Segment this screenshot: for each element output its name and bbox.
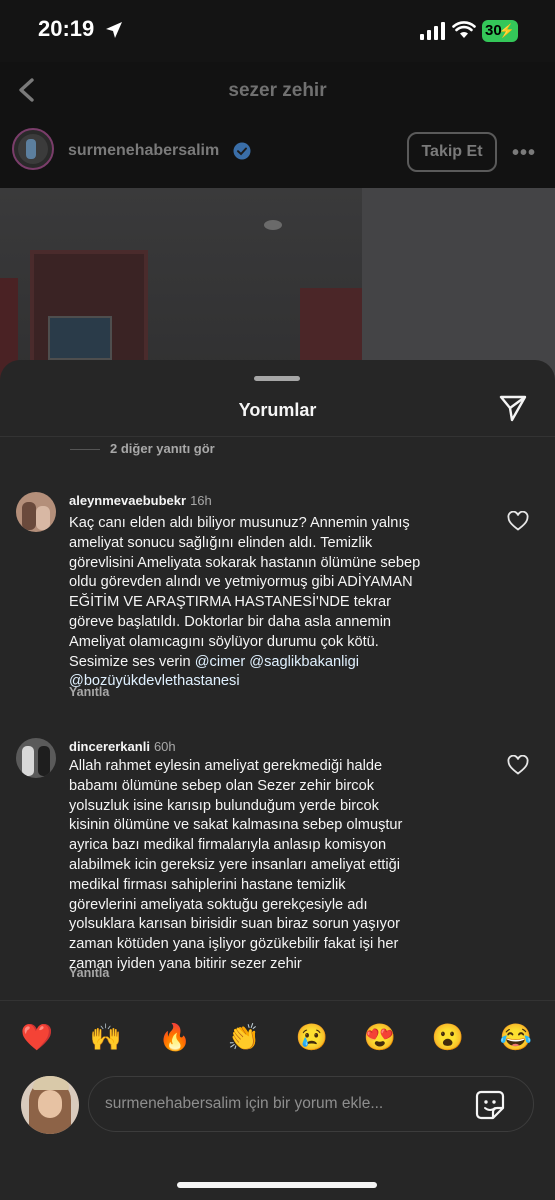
sheet-title: Yorumlar [238, 400, 317, 420]
page-header: sezer zehir [0, 62, 555, 120]
fire-emoji-button[interactable]: 🔥 [158, 1020, 192, 1054]
comment-text: Allah rahmet eylesin ameliyat gerekmediğ… [69, 758, 403, 972]
heart-emoji-button[interactable]: ❤️ [20, 1020, 54, 1054]
comment-header: dincererkanli 60h [69, 739, 176, 754]
commenter-username[interactable]: dincererkanli [69, 739, 150, 754]
raised-hands-emoji-button[interactable]: 🙌 [89, 1020, 123, 1054]
post-author-username[interactable]: surmenehabersalim [68, 142, 219, 160]
commenter-avatar[interactable] [16, 738, 56, 778]
divider [0, 1000, 555, 1001]
status-time: 20:19 [38, 16, 95, 41]
commenter-username[interactable]: aleynmevaebubekr [69, 493, 186, 508]
heart-eyes-emoji-button[interactable]: 😍 [363, 1020, 397, 1054]
commenter-avatar[interactable] [16, 492, 56, 532]
comment-input[interactable]: surmenehabersalim için bir yorum ekle... [88, 1076, 534, 1132]
wifi-icon [452, 21, 476, 38]
crying-emoji-button[interactable]: 😢 [295, 1020, 329, 1054]
divider [0, 436, 555, 437]
like-heart-icon[interactable] [507, 511, 529, 531]
post-header: surmenehabersalim Takip Et ••• [0, 120, 555, 188]
comment-time: 16h [190, 493, 212, 508]
post-video[interactable] [0, 188, 555, 388]
home-indicator[interactable] [177, 1182, 377, 1188]
charging-bolt-icon: ⚡ [498, 23, 515, 38]
share-send-icon[interactable] [498, 394, 528, 422]
mention-link[interactable]: @saglikbakanligi [249, 654, 359, 670]
quick-emoji-bar: ❤️ 🙌 🔥 👏 😢 😍 😮 😂 [0, 1012, 555, 1056]
view-more-replies[interactable]: 2 diğer yanıtı gör [70, 440, 370, 460]
follow-button[interactable]: Takip Et [407, 132, 497, 172]
post-author-avatar[interactable] [12, 128, 54, 170]
comment-time: 60h [153, 739, 176, 754]
comment-input-placeholder: surmenehabersalim için bir yorum ekle... [105, 1095, 384, 1112]
comment-text: Kaç canı elden aldı biliyor musunuz? Ann… [69, 514, 449, 692]
cellular-signal-icon [420, 22, 445, 40]
comment-body: Kaç canı elden aldı biliyor musunuz? Ann… [69, 515, 421, 670]
location-arrow-icon [106, 22, 122, 38]
mention-link[interactable]: @cimer [195, 654, 246, 670]
current-user-avatar[interactable] [21, 1076, 79, 1134]
status-bar: 20:19 30 ⚡ [0, 0, 555, 62]
comment-header: aleynmevaebubekr 16h [69, 493, 212, 508]
view-replies-label: 2 diğer yanıtı gör [110, 441, 215, 456]
clapping-emoji-button[interactable]: 👏 [227, 1020, 261, 1054]
sticker-icon[interactable] [474, 1089, 506, 1121]
reply-button[interactable]: Yanıtla [69, 966, 109, 980]
sheet-grabber[interactable] [254, 376, 300, 381]
battery-icon: 30 ⚡ [482, 20, 518, 42]
verified-badge-icon [233, 142, 251, 160]
surprised-emoji-button[interactable]: 😮 [431, 1020, 465, 1054]
comments-sheet: Yorumlar 2 diğer yanıtı gör aleynmevaebu… [0, 360, 555, 1200]
like-heart-icon[interactable] [507, 755, 529, 775]
more-options-icon[interactable]: ••• [512, 142, 540, 164]
reply-button[interactable]: Yanıtla [69, 685, 109, 699]
laughing-emoji-button[interactable]: 😂 [499, 1020, 533, 1054]
page-title: sezer zehir [228, 80, 327, 101]
